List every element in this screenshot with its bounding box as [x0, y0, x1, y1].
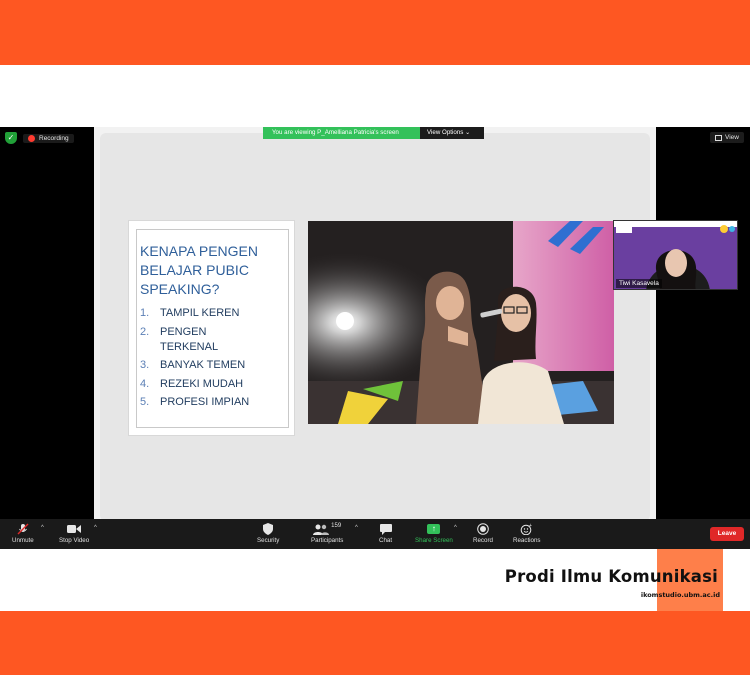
slide-title: KENAPA PENGEN BELAJAR PUBIC SPEAKING?: [140, 243, 259, 297]
participant-video-thumbnail[interactable]: Tiwi Kasavela: [613, 220, 738, 290]
slide-reasons-list: 1. TAMPIL KEREN 2. PENGEN TERKENAL 3. BANYA…: [140, 306, 260, 414]
share-screen-label: Share Screen: [415, 537, 453, 544]
record-icon: [477, 523, 489, 535]
slide-text-card: KENAPA PENGEN BELAJAR PUBIC SPEAKING? 1.…: [128, 220, 295, 436]
participants-label: Participants: [311, 537, 344, 544]
bottom-orange-band: [0, 611, 750, 675]
list-number: 1.: [140, 307, 150, 319]
record-label: Record: [473, 537, 493, 544]
view-options-label: View Options: [427, 129, 464, 136]
unmute-label: Unmute: [12, 537, 34, 544]
participants-button[interactable]: 159 Participants: [311, 523, 343, 544]
viewing-banner: You are viewing P_Amelliana Patricia's s…: [263, 127, 484, 139]
list-number: 3.: [140, 359, 150, 371]
viewing-banner-text: You are viewing P_Amelliana Patricia's s…: [263, 127, 420, 139]
shield-icon: [263, 523, 274, 535]
chevron-up-icon[interactable]: ^: [41, 525, 44, 531]
view-label: View: [725, 134, 739, 141]
list-item: 4. REZEKI MUDAH: [140, 377, 260, 392]
stop-video-label: Stop Video: [59, 537, 90, 544]
participant-name: Tiwi Kasavela: [616, 279, 662, 288]
view-options-button[interactable]: View Options ⌄: [420, 127, 484, 139]
shield-icon[interactable]: ✓: [5, 132, 17, 144]
chevron-down-icon: ⌄: [465, 129, 471, 136]
unmute-button[interactable]: Unmute: [12, 523, 34, 544]
list-item: 1. TAMPIL KEREN: [140, 306, 260, 321]
leave-button[interactable]: Leave: [710, 527, 744, 541]
share-screen-icon: ↑: [427, 523, 441, 535]
recording-pill[interactable]: Recording: [23, 133, 74, 143]
list-item: 5. PROFESI IMPIAN: [140, 395, 260, 410]
security-button[interactable]: Security: [257, 523, 279, 544]
chevron-up-icon[interactable]: ^: [355, 525, 358, 531]
reactions-button[interactable]: + Reactions: [513, 523, 541, 544]
participants-icon: 159: [313, 523, 341, 535]
participants-count: 159: [331, 523, 342, 529]
grid-view-icon: [715, 134, 723, 141]
list-item: 3. BANYAK TEMEN: [140, 358, 260, 373]
list-number: 4.: [140, 377, 150, 390]
stop-video-button[interactable]: Stop Video: [59, 523, 89, 544]
smiley-plus-icon: +: [520, 523, 533, 535]
concert-photo: [308, 221, 614, 424]
chat-button[interactable]: Chat: [379, 523, 392, 544]
view-button[interactable]: View: [710, 132, 744, 143]
svg-text:+: +: [529, 523, 532, 529]
chevron-up-icon[interactable]: ^: [454, 525, 457, 531]
chat-icon: [379, 523, 392, 535]
video-camera-icon: [67, 523, 82, 535]
slide-photo: [308, 221, 614, 424]
top-orange-band: [0, 0, 750, 65]
list-text: BANYAK TEMEN: [160, 359, 246, 371]
security-label: Security: [257, 537, 280, 544]
recording-label: Recording: [39, 134, 69, 142]
share-screen-button[interactable]: ↑ Share Screen: [415, 523, 453, 544]
meeting-toolbar: Unmute ^ Stop Video ^ Security 159 Parti…: [0, 519, 750, 549]
brand-url: ikomstudio.ubm.ac.id: [640, 591, 720, 599]
list-text: TAMPIL KEREN: [160, 307, 240, 319]
list-number: 5.: [140, 396, 150, 408]
record-dot-icon: [28, 134, 35, 142]
muted-microphone-icon: [17, 523, 29, 535]
list-number: 2.: [140, 325, 150, 338]
list-item: 2. PENGEN TERKENAL: [140, 325, 260, 355]
reactions-label: Reactions: [513, 537, 541, 544]
recording-indicator[interactable]: ✓ Recording: [5, 132, 74, 144]
record-button[interactable]: Record: [473, 523, 493, 544]
list-text: PROFESI IMPIAN: [160, 396, 250, 408]
chat-label: Chat: [379, 537, 393, 544]
list-text: PENGEN TERKENAL: [160, 325, 219, 353]
zoom-meeting-window: ✓ Recording View You are viewing P_Amell…: [0, 127, 750, 549]
chevron-up-icon[interactable]: ^: [94, 525, 97, 531]
list-text: REZEKI MUDAH: [160, 377, 244, 390]
page: ✓ Recording View You are viewing P_Amell…: [0, 0, 750, 675]
brand-title: Prodi Ilmu Komunikasi: [504, 567, 718, 586]
